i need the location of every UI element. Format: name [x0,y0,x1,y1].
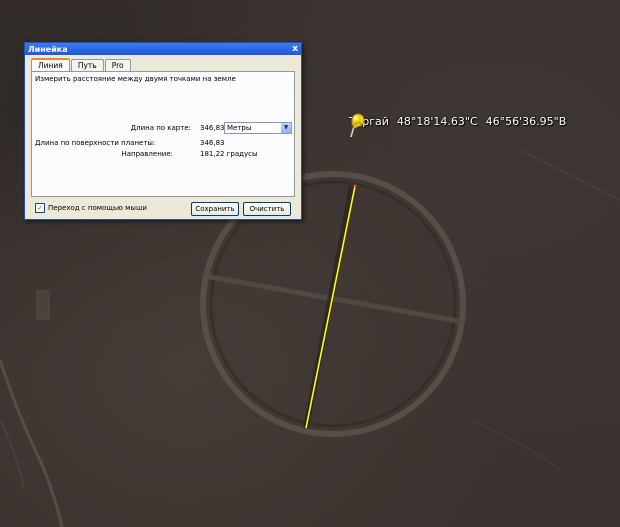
dialog-title: Линейка [28,44,68,54]
mouse-nav-checkbox-group[interactable]: ✓ Переход с помощью мыши [35,203,147,213]
placemark-lon: 46°56'36.95"В [485,115,567,128]
map-length-value: 346,83 [200,124,225,132]
chevron-down-icon[interactable]: ▼ [281,123,291,133]
pushpin-icon [350,113,365,138]
placemark-label: Тургай 48°18'14.63"С 46°56'36.95"В [349,115,566,128]
surface-length-value: 346,83 [200,139,225,147]
tab-line[interactable]: Линия [31,58,70,72]
save-button[interactable]: Сохранить [191,202,239,216]
map-length-label: Длина по карте: [130,124,191,132]
ruler-panel: Измерить расстояние между двумя точками … [31,71,295,197]
ruler-tabs: Линия Путь Pro [31,58,132,72]
measure-description: Измерить расстояние между двумя точками … [35,75,236,83]
heading-value: 181,22 градусы [200,150,258,158]
tab-path[interactable]: Путь [70,59,104,71]
ruler-titlebar[interactable]: Линейка x [25,43,301,55]
mouse-nav-label: Переход с помощью мыши [48,204,147,212]
heading-label: Направление: [121,150,173,158]
placemark-lat: 48°18'14.63"С [396,115,478,128]
placemark-turgai[interactable]: Тургай 48°18'14.63"С 46°56'36.95"В [348,112,566,138]
close-icon[interactable]: x [292,44,298,54]
measurement-line[interactable] [305,185,356,429]
unit-select-value: Метры [227,124,252,132]
tab-pro[interactable]: Pro [104,59,131,71]
unit-select[interactable]: Метры ▼ [224,122,292,134]
mouse-nav-checkbox[interactable]: ✓ [35,203,45,213]
ruler-footer: ✓ Переход с помощью мыши Сохранить Очист… [31,201,293,216]
surface-length-label: Длина по поверхности планеты: [35,139,156,147]
ruler-dialog: Линейка x Линия Путь Pro Измерить рассто… [24,42,302,220]
clear-button[interactable]: Очистить [243,202,291,216]
